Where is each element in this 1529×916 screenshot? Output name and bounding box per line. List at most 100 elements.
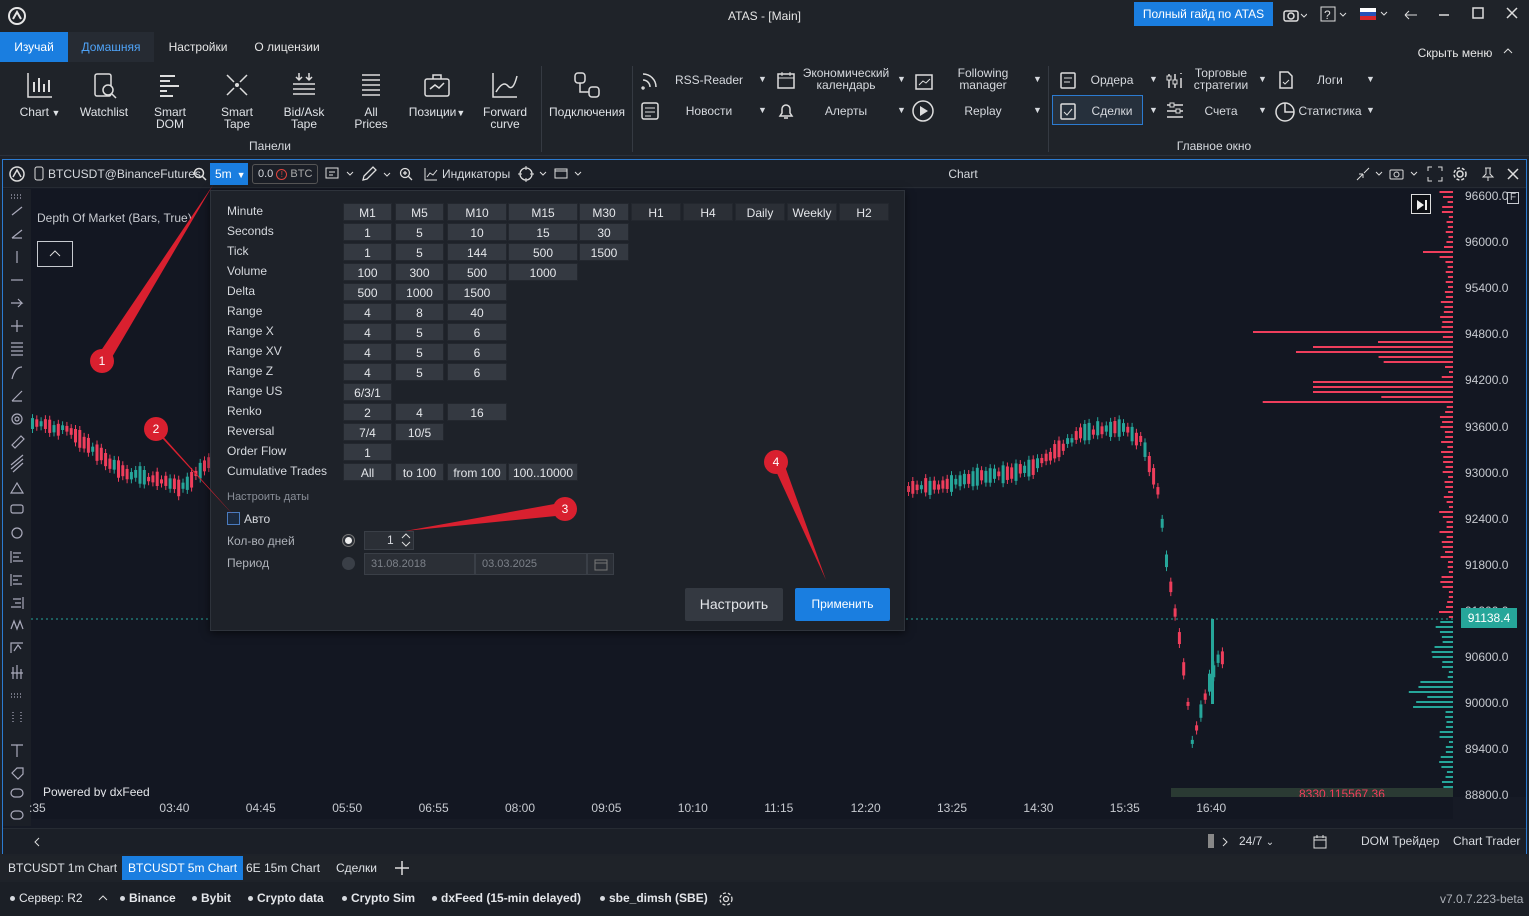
collapse-icon[interactable] xyxy=(1355,166,1387,182)
chevron-down-icon[interactable]: ▼ xyxy=(1366,105,1375,115)
chevron-down-icon[interactable]: ▼ xyxy=(1149,105,1158,115)
scrollbar-thumb[interactable] xyxy=(1208,834,1214,848)
chevron-down-icon[interactable]: ▼ xyxy=(1033,74,1042,84)
connection-sbe[interactable]: sbe_dimsh (SBE) xyxy=(600,891,708,905)
chevron-down-icon[interactable]: ▼ xyxy=(758,105,767,115)
screenshot-icon[interactable] xyxy=(1389,166,1423,182)
chart-trader-button[interactable]: Chart Trader xyxy=(1453,834,1520,848)
session-selector[interactable]: 24/7 ⌄ xyxy=(1239,834,1274,848)
tab-settings[interactable]: Настройки xyxy=(158,32,238,62)
forward-curve-button[interactable]: Forward curve xyxy=(477,70,533,130)
chevron-down-icon[interactable]: ▼ xyxy=(758,74,767,84)
timeframe-option[interactable]: M10 xyxy=(447,203,507,221)
tab-deals[interactable]: Сделки xyxy=(330,856,383,880)
timeframe-option[interactable]: 6/3/1 xyxy=(343,383,392,401)
news-button[interactable]: Новости xyxy=(668,104,750,118)
timeframe-option[interactable]: 1000 xyxy=(508,263,578,281)
connection-bybit[interactable]: Bybit xyxy=(192,891,231,905)
calendar-icon[interactable] xyxy=(1312,834,1328,850)
timeframe-option[interactable]: 15 xyxy=(508,223,578,241)
positions-button[interactable]: Позиции▼ xyxy=(404,70,470,119)
position-indicator[interactable]: 0.0 ! BTC xyxy=(252,164,318,184)
timeframe-option[interactable]: 1000 xyxy=(395,283,444,301)
chart-button[interactable]: Chart ▼ xyxy=(10,70,70,119)
date-to-input[interactable]: 03.03.2025 xyxy=(475,553,587,575)
timeframe-option[interactable]: 5 xyxy=(395,323,444,341)
pin-icon[interactable] xyxy=(1404,10,1418,20)
logs-button[interactable]: Логи xyxy=(1302,73,1358,87)
close-icon[interactable] xyxy=(1506,7,1518,19)
collapse-panel-button[interactable] xyxy=(37,241,73,267)
maximize-icon[interactable] xyxy=(1472,7,1484,19)
server-status[interactable]: Сервер: R2 xyxy=(10,891,83,905)
chevron-up-icon[interactable] xyxy=(1503,47,1513,55)
tab-6e-15m[interactable]: 6E 15m Chart xyxy=(240,856,326,880)
time-axis[interactable]: :35 03:40 04:45 05:50 06:55 08:00 09:05 10:10 11… xyxy=(29,797,1453,819)
timeframe-option[interactable]: 6 xyxy=(447,323,507,341)
timeframe-option[interactable]: H2 xyxy=(839,203,889,221)
timeframe-option[interactable]: 5 xyxy=(395,223,444,241)
orders-button[interactable]: Ордера xyxy=(1082,73,1142,87)
timeframe-option[interactable]: 30 xyxy=(579,223,629,241)
minimize-icon[interactable] xyxy=(1438,10,1450,20)
dom-trader-button[interactable]: DOM Трейдер xyxy=(1361,834,1439,848)
price-axis[interactable]: 96600.0 96000.0 95400.0 94800.0 94200.0 93600… xyxy=(1453,189,1526,802)
timeframe-option[interactable]: 4 xyxy=(395,403,444,421)
timeframe-option[interactable]: H4 xyxy=(683,203,733,221)
timeframe-option[interactable]: 5 xyxy=(395,343,444,361)
connection-crypto-sim[interactable]: Crypto Sim xyxy=(342,891,415,905)
all-prices-button[interactable]: All Prices xyxy=(343,70,399,130)
chevron-down-icon[interactable]: ▼ xyxy=(1258,105,1267,115)
smart-tape-button[interactable]: Smart Tape xyxy=(209,70,265,130)
chevron-down-icon[interactable]: ▼ xyxy=(1366,74,1375,84)
timeframe-selector[interactable]: 5m ▼ xyxy=(210,163,248,185)
connection-crypto-data[interactable]: Crypto data xyxy=(248,891,324,905)
calendar-button[interactable]: Экономический календарь xyxy=(800,67,892,91)
timeframe-option[interactable]: 1 xyxy=(343,243,392,261)
timeframe-option[interactable]: 4 xyxy=(343,323,392,341)
timeframe-option[interactable]: 1500 xyxy=(579,243,629,261)
search-icon[interactable] xyxy=(193,167,207,181)
connections-button[interactable]: Подключения xyxy=(546,70,628,118)
gear-icon[interactable] xyxy=(1452,166,1468,182)
pin-icon[interactable] xyxy=(1481,166,1495,182)
timeframe-option[interactable]: 16 xyxy=(447,403,507,421)
layout-icon[interactable] xyxy=(554,166,586,182)
deals-button[interactable]: Сделки xyxy=(1052,95,1143,125)
instrument-selector[interactable]: BTCUSDT@BinanceFutures xyxy=(48,167,201,181)
close-icon[interactable] xyxy=(1507,168,1519,180)
timeframe-option[interactable]: 100 xyxy=(343,263,392,281)
strategies-button[interactable]: Торговые стратегии xyxy=(1190,67,1252,91)
days-radio[interactable] xyxy=(342,534,355,547)
timeframe-option[interactable]: Daily xyxy=(735,203,785,221)
tab-license[interactable]: О лицензии xyxy=(244,32,330,62)
timeframe-option[interactable]: M5 xyxy=(395,203,444,221)
timeframe-option[interactable]: 100..10000 xyxy=(508,463,578,481)
guide-button[interactable]: Полный гайд по ATAS xyxy=(1134,2,1273,26)
timeframe-option[interactable]: M30 xyxy=(579,203,629,221)
chevron-down-icon[interactable]: ▼ xyxy=(1149,74,1158,84)
watchlist-button[interactable]: Watchlist xyxy=(74,70,134,118)
following-manager-button[interactable]: Following manager xyxy=(942,67,1024,91)
tab-learn[interactable]: Изучай xyxy=(0,32,68,62)
timeframe-option[interactable]: All xyxy=(343,463,392,481)
date-from-input[interactable]: 31.08.2018 xyxy=(364,553,475,575)
timeframe-option[interactable]: Weekly xyxy=(787,203,837,221)
timeframe-option[interactable]: 8 xyxy=(395,303,444,321)
chevron-up-icon[interactable] xyxy=(98,894,108,902)
timeframe-option[interactable]: 5 xyxy=(395,243,444,261)
statistics-button[interactable]: Статистика xyxy=(1298,104,1362,118)
tab-btcusdt-5m[interactable]: BTCUSDT 5m Chart xyxy=(122,856,244,880)
bidask-tape-button[interactable]: Bid/Ask Tape xyxy=(276,70,332,130)
fit-icon[interactable]: F xyxy=(1507,192,1519,204)
timeframe-option[interactable]: 4 xyxy=(343,303,392,321)
apply-button[interactable]: Применить xyxy=(795,588,890,621)
rss-reader-button[interactable]: RSS-Reader xyxy=(668,73,750,87)
timeframe-option[interactable]: 1 xyxy=(343,443,392,461)
timeframe-option[interactable]: 7/4 xyxy=(343,423,392,441)
trading-mode-icon[interactable] xyxy=(325,167,357,181)
timeframe-option[interactable]: from 100 xyxy=(447,463,507,481)
timeframe-option[interactable]: 6 xyxy=(447,363,507,381)
timeframe-option[interactable]: 10/5 xyxy=(395,423,444,441)
timeframe-option[interactable]: 1 xyxy=(343,223,392,241)
